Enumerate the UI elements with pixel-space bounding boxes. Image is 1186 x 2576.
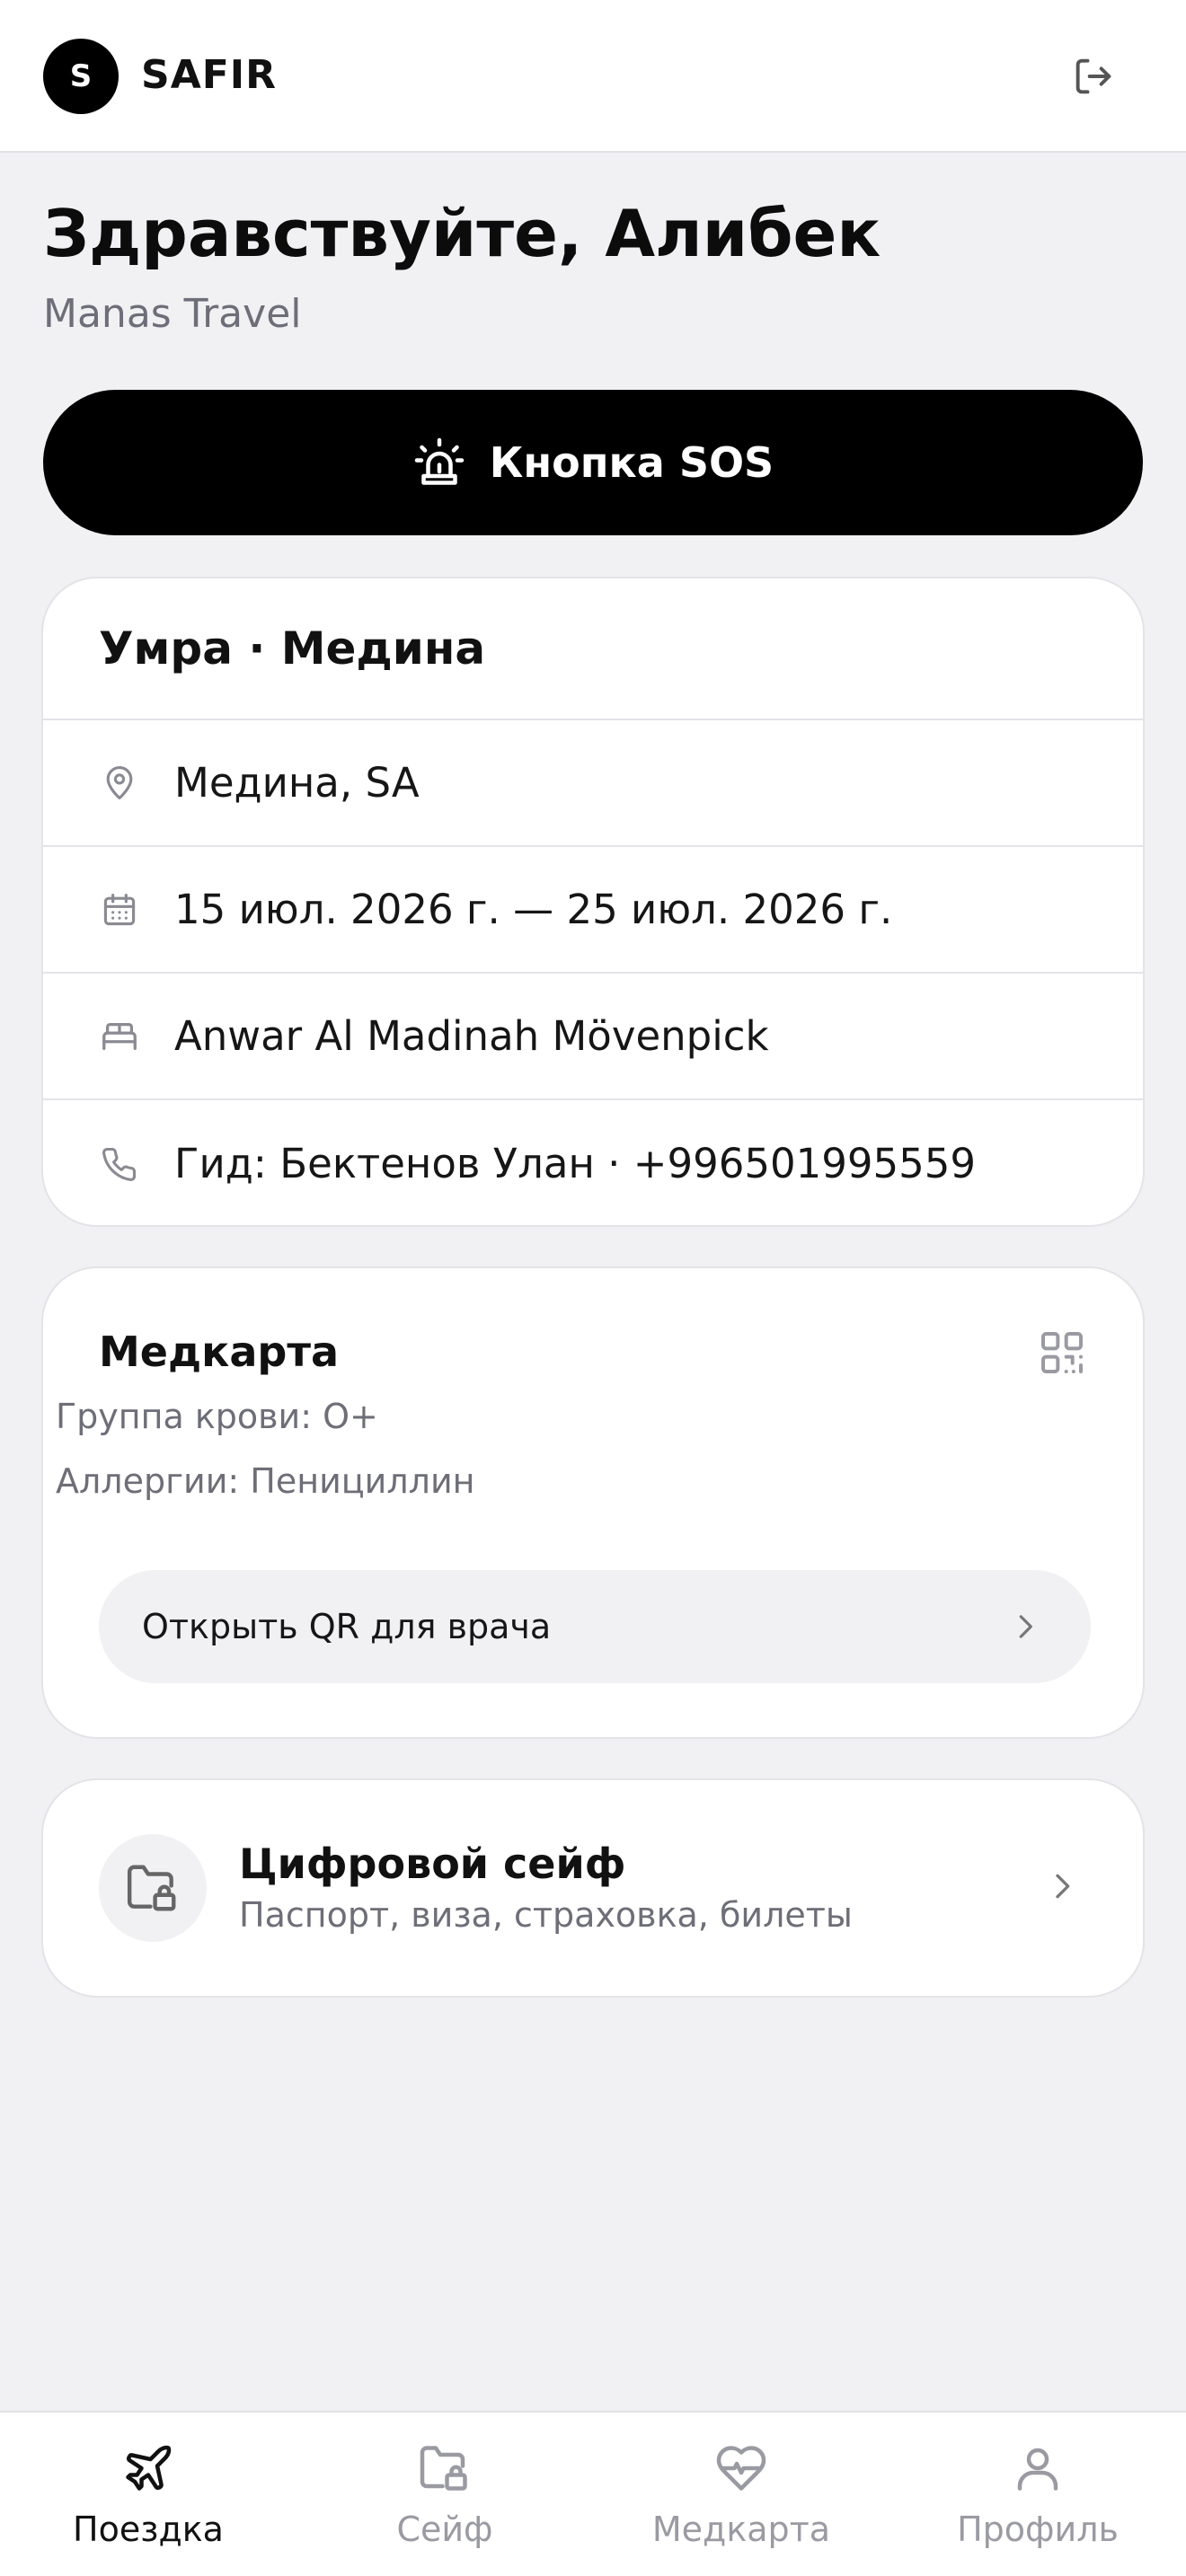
nav-trip-label: Поездка (73, 2510, 224, 2549)
safe-title: Цифровой сейф (239, 1839, 626, 1888)
trip-dates: 15 июл. 2026 г. — 25 июл. 2026 г. (174, 886, 893, 933)
open-qr-button[interactable]: Открыть QR для врача (99, 1570, 1091, 1683)
nav-safe-label: Сейф (396, 2510, 493, 2549)
nav-profile[interactable]: Профиль (890, 2413, 1186, 2576)
digital-safe-card[interactable]: Цифровой сейф Паспорт, виза, страховка, … (41, 1778, 1145, 1998)
app-root: S SAFIR Здравствуйте, Алибек Manas Trave… (0, 0, 1186, 2576)
medcard-title: Медкарта (99, 1328, 340, 1376)
brand-logo: S (43, 39, 119, 114)
nav-profile-label: Профиль (957, 2510, 1119, 2549)
sos-button[interactable]: Кнопка SOS (43, 390, 1143, 535)
sos-label: Кнопка SOS (489, 438, 774, 487)
trip-title: Умра · Медина (43, 578, 1143, 720)
allergies: Аллергии: Пенициллин (56, 1461, 475, 1501)
trip-guide: Гид: Бектенов Улан · +996501995559 (174, 1140, 977, 1187)
safe-icon-container (99, 1834, 207, 1942)
trip-location: Медина, SA (174, 759, 420, 807)
calendar-icon (103, 893, 136, 925)
chevron-right-icon (1019, 1615, 1032, 1638)
agency-name: Manas Travel (43, 291, 302, 337)
trip-hotel: Anwar Al Madinah Mövenpick (174, 1012, 769, 1060)
folder-lock-icon (420, 2446, 467, 2491)
safe-subtitle: Паспорт, виза, страховка, билеты (239, 1895, 853, 1935)
chevron-right-icon (1056, 1874, 1070, 1899)
greeting-title: Здравствуйте, Алибек (43, 196, 881, 271)
blood-group: Группа крови: O+ (56, 1397, 378, 1436)
top-header: S SAFIR (0, 0, 1186, 153)
open-qr-label: Открыть QR для врача (142, 1607, 552, 1646)
nav-trip[interactable]: Поездка (0, 2413, 296, 2576)
brand-name: SAFIR (141, 52, 278, 98)
logout-icon (1075, 58, 1111, 94)
folder-lock-icon (127, 1865, 176, 1911)
bed-icon (102, 1022, 137, 1050)
bottom-nav: Поездка Сейф Медкарта Профиль (0, 2411, 1186, 2576)
nav-safe[interactable]: Сейф (296, 2413, 593, 2576)
trip-location-row: Медина, SA (43, 720, 1143, 847)
qr-code-icon[interactable] (1037, 1328, 1087, 1378)
map-pin-icon (106, 765, 133, 799)
trip-hotel-row: Anwar Al Madinah Mövenpick (43, 974, 1143, 1100)
siren-icon (414, 437, 465, 485)
phone-icon (102, 1147, 137, 1181)
medcard-card: Медкарта Открыть QR для врача (41, 1266, 1145, 1739)
user-icon (1017, 2448, 1058, 2491)
plane-icon (126, 2445, 172, 2491)
trip-card[interactable]: Умра · Медина Медина, SA 15 июл. 2026 г. (41, 577, 1145, 1227)
nav-medcard-label: Медкарта (651, 2510, 831, 2549)
trip-dates-row: 15 июл. 2026 г. — 25 июл. 2026 г. (43, 847, 1143, 974)
heart-pulse-icon (716, 2446, 766, 2491)
trip-guide-row[interactable]: Гид: Бектенов Улан · +996501995559 (43, 1100, 1143, 1225)
nav-medcard[interactable]: Медкарта (593, 2413, 890, 2576)
logout-button[interactable] (1064, 47, 1123, 106)
